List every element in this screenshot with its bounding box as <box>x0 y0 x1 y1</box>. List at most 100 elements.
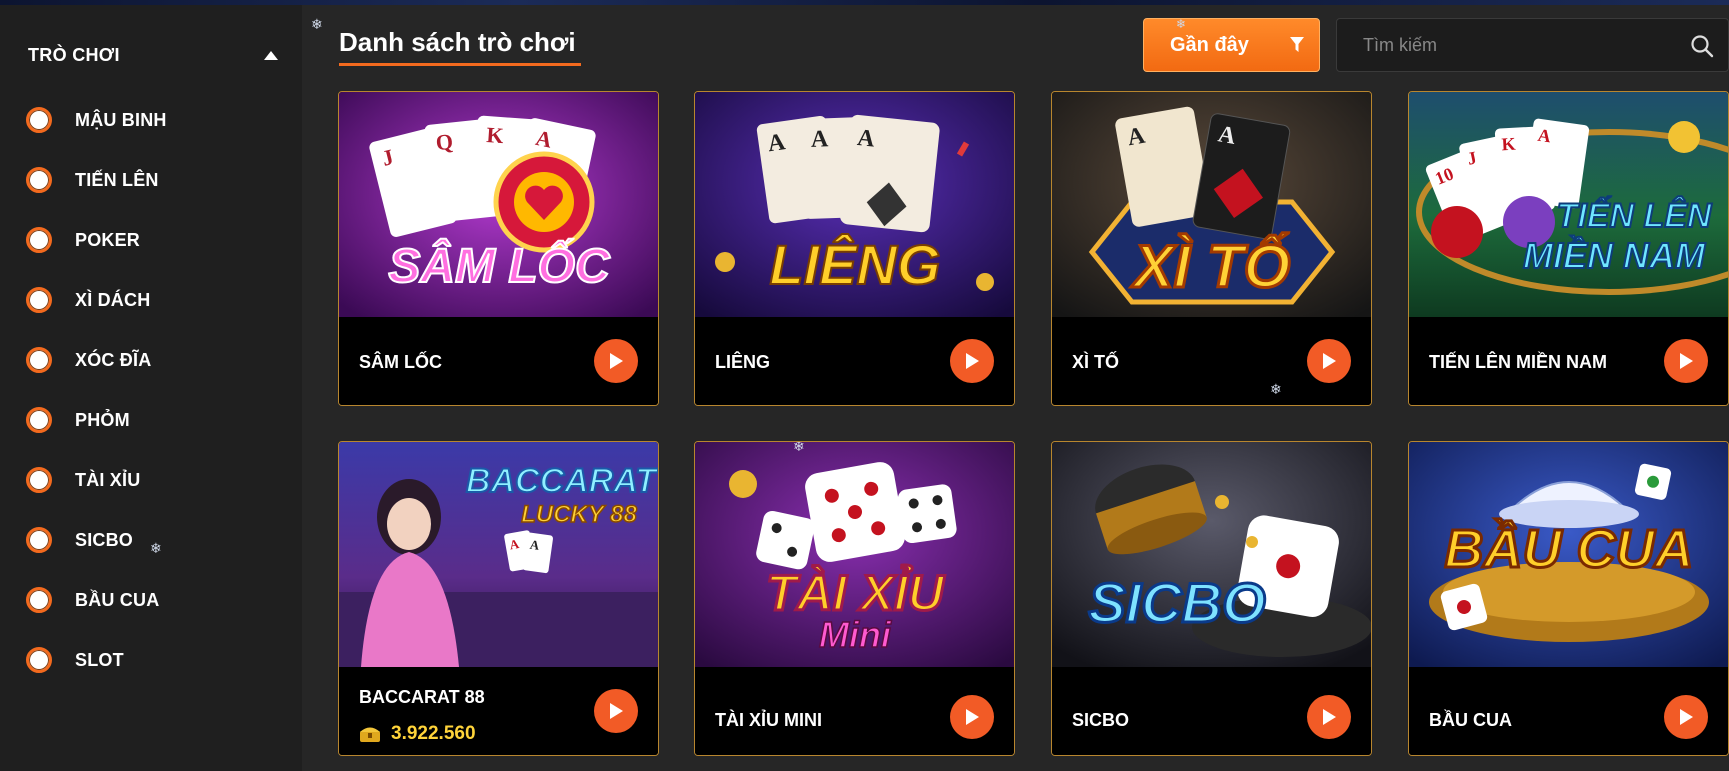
game-name: XÌ TỐ <box>1072 352 1120 372</box>
game-card-sam-loc[interactable]: J Q K A SÂM LỐC SÂM LỐC <box>338 91 659 406</box>
art-title: LIÊNG <box>769 233 940 296</box>
game-card-xi-to[interactable]: A A XÌ TỐ XÌ TỐ ❄ <box>1051 91 1372 406</box>
radio-button[interactable] <box>26 467 52 493</box>
category-item-xi-dach[interactable]: XÌ DÁCH <box>26 270 286 330</box>
jackpot-display: 3.922.560 <box>359 723 476 745</box>
game-thumbnail[interactable]: A A XÌ TỐ <box>1052 92 1371 317</box>
radio-button[interactable] <box>26 587 52 613</box>
category-item-bau-cua[interactable]: BẦU CUA <box>26 570 286 630</box>
game-name: SÂM LỐC <box>359 352 442 372</box>
play-button[interactable] <box>950 339 994 383</box>
game-name: TÀI XỈU MINI <box>715 710 822 730</box>
play-button[interactable] <box>1307 695 1351 739</box>
category-label: SICBO <box>75 529 134 550</box>
art-title: XÌ TỐ <box>1131 233 1291 300</box>
play-button[interactable] <box>950 695 994 739</box>
search-box[interactable] <box>1336 18 1729 72</box>
category-label: POKER <box>75 229 141 250</box>
art-subtitle: MIỀN NAM <box>1523 235 1706 276</box>
category-label: TÀI XỈU <box>75 469 141 490</box>
snowflake-decoration-icon: ❄ <box>793 442 805 454</box>
card-footer: SÂM LỐC <box>339 317 658 405</box>
jackpot-amount: 3.922.560 <box>391 723 476 744</box>
category-label: PHỎM <box>75 409 130 430</box>
category-label: MẬU BINH <box>75 109 167 130</box>
category-item-tai-xiu[interactable]: TÀI XỈU <box>26 450 286 510</box>
radio-button[interactable] <box>26 527 52 553</box>
card-footer: BẦU CUA <box>1409 667 1728 755</box>
category-item-poker[interactable]: POKER <box>26 210 286 270</box>
category-label: TIẾN LÊN <box>75 169 159 190</box>
game-name: BACCARAT 88 <box>359 687 485 707</box>
art-title: BACCARAT <box>466 462 658 500</box>
art-subtitle: LUCKY 88 <box>521 501 637 528</box>
card-footer: XÌ TỐ ❄ <box>1052 317 1371 405</box>
game-name: SICBO <box>1072 710 1130 730</box>
radio-button[interactable] <box>26 287 52 313</box>
game-name: LIÊNG <box>715 352 771 372</box>
play-button[interactable] <box>1664 695 1708 739</box>
game-thumbnail[interactable]: BẦU CUA <box>1409 442 1728 667</box>
snowflake-decoration-icon: ❄ <box>1270 381 1282 397</box>
category-label: SLOT <box>75 649 124 670</box>
game-thumbnail[interactable]: J Q K A SÂM LỐC <box>339 92 658 317</box>
play-icon <box>610 703 623 719</box>
sort-filter-button[interactable]: Gần đây ❄ <box>1143 17 1320 72</box>
game-thumbnail[interactable]: A A BACCARAT LUCKY 88 <box>339 442 658 667</box>
title-underline <box>339 63 581 66</box>
play-icon <box>1323 709 1336 725</box>
sidebar-header[interactable]: TRÒ CHƠI <box>28 43 278 67</box>
play-button[interactable] <box>594 339 638 383</box>
game-card-baccarat-88[interactable]: A A BACCARAT LUCKY 88 BACCARAT 88 3.922.… <box>338 441 659 756</box>
category-item-mau-binh[interactable]: MẬU BINH <box>26 90 286 150</box>
game-thumbnail[interactable]: TÀI XỈU Mini ❄ <box>695 442 1014 667</box>
play-icon <box>1680 709 1693 725</box>
radio-button[interactable] <box>26 227 52 253</box>
page-title: Danh sách trò chơi <box>339 27 576 57</box>
card-footer: TIẾN LÊN MIỀN NAM <box>1409 317 1728 405</box>
sidebar-title: TRÒ CHƠI <box>28 44 120 65</box>
snowflake-decoration-icon: ❄ <box>311 16 323 32</box>
play-button[interactable] <box>1664 339 1708 383</box>
category-item-xoc-dia[interactable]: XÓC ĐĨA <box>26 330 286 390</box>
category-item-tien-len[interactable]: TIẾN LÊN <box>26 150 286 210</box>
filter-label: Gần đây <box>1170 33 1249 56</box>
play-icon <box>1680 353 1693 369</box>
game-card-bau-cua[interactable]: BẦU CUA BẦU CUA <box>1408 441 1729 756</box>
collapse-caret-icon[interactable] <box>264 50 278 60</box>
radio-button[interactable] <box>26 407 52 433</box>
treasure-chest-icon <box>360 727 380 742</box>
svg-text:A: A <box>856 125 877 153</box>
search-icon[interactable] <box>1690 34 1714 58</box>
play-icon <box>610 353 623 369</box>
game-thumbnail[interactable]: SICBO <box>1052 442 1371 667</box>
radio-button[interactable] <box>26 167 52 193</box>
game-thumbnail[interactable]: A A A LIÊNG <box>695 92 1014 317</box>
radio-button[interactable] <box>26 347 52 373</box>
play-button[interactable] <box>594 689 638 733</box>
game-card-tien-len-mien-nam[interactable]: 10 J K A TIẾN LÊN MIỀN NAM TIẾN LÊN MIỀN… <box>1408 91 1729 406</box>
art-title: TÀI XỈU <box>766 565 946 621</box>
svg-text:Q: Q <box>435 129 455 156</box>
svg-text:K: K <box>1501 134 1516 155</box>
game-card-lieng[interactable]: A A A LIÊNG LIÊNG <box>694 91 1015 406</box>
card-footer: TÀI XỈU MINI <box>695 667 1014 755</box>
play-icon <box>966 709 979 725</box>
radio-button[interactable] <box>26 647 52 673</box>
snowflake-decoration-icon: ❄ <box>1176 17 1187 31</box>
art-title: BẦU CUA <box>1445 519 1694 579</box>
game-card-sicbo[interactable]: SICBO SICBO <box>1051 441 1372 756</box>
category-label: XÌ DÁCH <box>75 289 151 310</box>
game-card-tai-xiu-mini[interactable]: TÀI XỈU Mini ❄ TÀI XỈU MINI <box>694 441 1015 756</box>
svg-text:A: A <box>810 126 829 153</box>
category-item-phom[interactable]: PHỎM <box>26 390 286 450</box>
play-icon <box>966 353 979 369</box>
search-input[interactable] <box>1337 34 1657 56</box>
category-label: BẦU CUA <box>75 589 160 610</box>
game-category-sidebar: TRÒ CHƠI MẬU BINH TIẾN LÊN POKER XÌ DÁCH… <box>0 5 302 771</box>
radio-button[interactable] <box>26 107 52 133</box>
category-item-slot[interactable]: SLOT <box>26 630 286 690</box>
game-thumbnail[interactable]: 10 J K A TIẾN LÊN MIỀN NAM <box>1409 92 1728 317</box>
svg-text:K: K <box>486 122 505 148</box>
play-button[interactable] <box>1307 339 1351 383</box>
